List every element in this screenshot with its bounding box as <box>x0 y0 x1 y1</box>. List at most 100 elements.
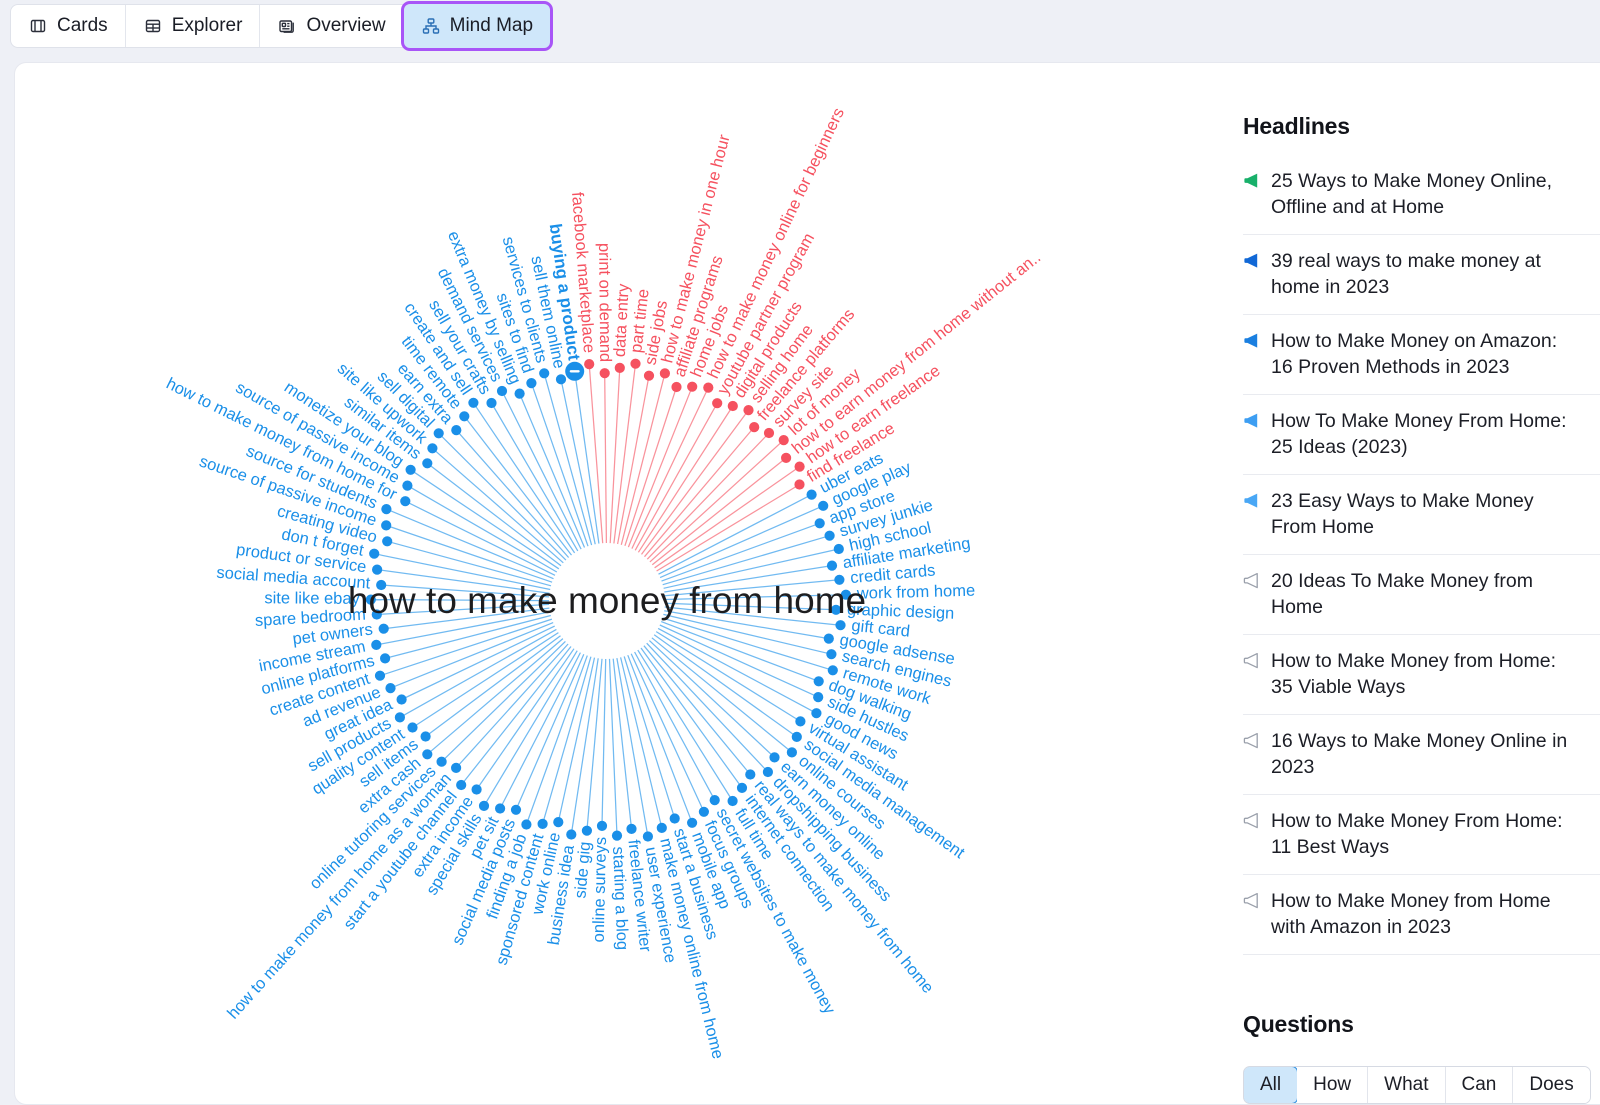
tab-mind-map[interactable]: Mind Map <box>404 4 550 48</box>
mindmap-node[interactable] <box>402 481 412 491</box>
mindmap-node[interactable] <box>781 453 791 463</box>
mindmap-node[interactable] <box>769 752 779 762</box>
mindmap-node[interactable] <box>538 819 548 829</box>
mindmap-node[interactable] <box>395 712 405 722</box>
mindmap-canvas[interactable]: how to make money from home forsource of… <box>15 63 1200 1105</box>
mindmap-node[interactable] <box>712 398 722 408</box>
headline-item[interactable]: 23 Easy Ways to Make Money From Home <box>1243 475 1600 555</box>
mindmap-node[interactable] <box>451 425 461 435</box>
mindmap-node[interactable] <box>660 368 670 378</box>
mindmap-node[interactable] <box>630 359 640 369</box>
mindmap-node[interactable] <box>824 634 834 644</box>
headline-item[interactable]: 20 Ideas To Make Money from Home <box>1243 555 1600 635</box>
mindmap-node[interactable] <box>539 368 549 378</box>
question-filter-does[interactable]: Does <box>1513 1067 1589 1103</box>
mindmap-node[interactable] <box>511 805 521 815</box>
mindmap-node[interactable] <box>687 818 697 828</box>
mindmap-node[interactable] <box>699 807 709 817</box>
mindmap-node[interactable] <box>815 518 825 528</box>
mindmap-node[interactable] <box>827 561 837 571</box>
mindmap-svg[interactable]: how to make money from home forsource of… <box>15 63 1200 1105</box>
mindmap-node[interactable] <box>687 382 697 392</box>
mindmap-node[interactable] <box>671 382 681 392</box>
mindmap-node[interactable] <box>787 747 797 757</box>
mindmap-node[interactable] <box>472 784 482 794</box>
mindmap-node[interactable] <box>825 531 835 541</box>
headline-item[interactable]: How to Make Money from Home: 35 Viable W… <box>1243 635 1600 715</box>
mindmap-node[interactable] <box>779 435 789 445</box>
mindmap-node[interactable] <box>795 716 805 726</box>
mindmap-node[interactable] <box>372 565 382 575</box>
mindmap-node[interactable] <box>495 803 505 813</box>
mindmap-node[interactable] <box>379 624 389 634</box>
mindmap-node[interactable] <box>515 389 525 399</box>
mindmap-node[interactable] <box>826 649 836 659</box>
mindmap-node-label[interactable]: work from home <box>856 582 976 603</box>
mindmap-node[interactable] <box>459 411 469 421</box>
mindmap-node-label[interactable]: site like ebay <box>264 589 360 608</box>
mindmap-node[interactable] <box>813 692 823 702</box>
mindmap-node[interactable] <box>479 801 489 811</box>
question-filter-how[interactable]: How <box>1297 1067 1368 1103</box>
headline-item[interactable]: How To Make Money From Home: 25 Ideas (2… <box>1243 395 1600 475</box>
mindmap-node[interactable] <box>749 422 759 432</box>
mindmap-node[interactable] <box>566 829 576 839</box>
mindmap-node[interactable] <box>456 780 466 790</box>
mindmap-node[interactable] <box>526 378 536 388</box>
mindmap-node[interactable] <box>486 398 496 408</box>
mindmap-node[interactable] <box>763 767 773 777</box>
mindmap-node[interactable] <box>644 371 654 381</box>
mindmap-node[interactable] <box>643 831 653 841</box>
mindmap-node[interactable] <box>807 490 817 500</box>
mindmap-node[interactable] <box>745 769 755 779</box>
mindmap-node[interactable] <box>818 501 828 511</box>
mindmap-node[interactable] <box>600 368 610 378</box>
mindmap-node[interactable] <box>437 757 447 767</box>
mindmap-node[interactable] <box>811 708 821 718</box>
mindmap-node[interactable] <box>468 398 478 408</box>
headline-item[interactable]: 16 Ways to Make Money Online in 2023 <box>1243 715 1600 795</box>
mindmap-node[interactable] <box>612 831 622 841</box>
mindmap-node[interactable] <box>451 763 461 773</box>
mindmap-node[interactable] <box>626 824 636 834</box>
mindmap-node[interactable] <box>382 536 392 546</box>
mindmap-node[interactable] <box>553 817 563 827</box>
mindmap-node[interactable] <box>427 443 437 453</box>
mindmap-node[interactable] <box>381 520 391 530</box>
mindmap-node[interactable] <box>434 428 444 438</box>
mindmap-node[interactable] <box>381 504 391 514</box>
mindmap-node[interactable] <box>385 683 395 693</box>
mindmap-node-label[interactable]: how to make money from home as a woman <box>224 770 455 1023</box>
mindmap-node[interactable] <box>371 640 381 650</box>
mindmap-node[interactable] <box>380 653 390 663</box>
tab-explorer[interactable]: Explorer <box>126 5 261 47</box>
mindmap-node[interactable] <box>400 496 410 506</box>
mindmap-node[interactable] <box>728 401 738 411</box>
mindmap-node[interactable] <box>615 363 625 373</box>
mindmap-node[interactable] <box>597 821 607 831</box>
mindmap-node[interactable] <box>422 749 432 759</box>
headline-item[interactable]: 39 real ways to make money at home in 20… <box>1243 235 1600 315</box>
mindmap-node[interactable] <box>737 783 747 793</box>
headline-item[interactable]: How to Make Money on Amazon: 16 Proven M… <box>1243 315 1600 395</box>
mindmap-node[interactable] <box>792 732 802 742</box>
mindmap-node[interactable] <box>582 826 592 836</box>
tab-cards[interactable]: Cards <box>11 5 126 47</box>
question-filter-all[interactable]: All <box>1243 1066 1298 1104</box>
mindmap-node[interactable] <box>743 405 753 415</box>
mindmap-node[interactable] <box>556 374 566 384</box>
mindmap-node[interactable] <box>406 465 416 475</box>
mindmap-node[interactable] <box>814 676 824 686</box>
mindmap-node[interactable] <box>828 665 838 675</box>
mindmap-node[interactable] <box>397 694 407 704</box>
question-filter-can[interactable]: Can <box>1446 1067 1514 1103</box>
mindmap-node[interactable] <box>835 620 845 630</box>
mindmap-node[interactable] <box>521 819 531 829</box>
mindmap-node[interactable] <box>834 544 844 554</box>
question-filter-what[interactable]: What <box>1368 1067 1445 1103</box>
mindmap-node[interactable] <box>657 823 667 833</box>
mindmap-node[interactable] <box>369 549 379 559</box>
headline-item[interactable]: How to Make Money From Home: 11 Best Way… <box>1243 795 1600 875</box>
mindmap-node[interactable] <box>497 386 507 396</box>
mindmap-node[interactable] <box>670 813 680 823</box>
